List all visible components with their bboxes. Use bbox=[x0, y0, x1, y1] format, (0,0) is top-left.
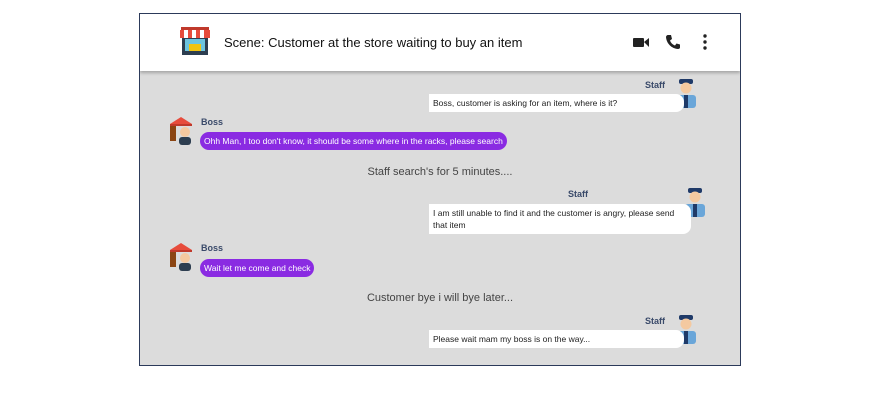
more-options-icon[interactable] bbox=[696, 33, 714, 51]
scene-narration: Staff search's for 5 minutes.... bbox=[367, 166, 513, 178]
phone-icon[interactable] bbox=[664, 33, 682, 51]
staff-message-bubble: I am still unable to find it and the cus… bbox=[429, 204, 691, 234]
chat-window: Scene: Customer at the store waiting to … bbox=[139, 13, 741, 366]
boss-avatar-icon bbox=[170, 243, 192, 271]
staff-message-bubble: Please wait mam my boss is on the way... bbox=[429, 330, 684, 348]
sender-name: Boss bbox=[201, 117, 224, 127]
sender-name: Boss bbox=[201, 243, 224, 253]
chat-header: Scene: Customer at the store waiting to … bbox=[140, 14, 740, 71]
sender-name: Staff bbox=[645, 80, 665, 90]
video-call-icon[interactable] bbox=[632, 33, 650, 51]
chat-title: Scene: Customer at the store waiting to … bbox=[224, 35, 523, 50]
scene-narration: Customer bye i will bye later... bbox=[366, 292, 514, 304]
sender-name: Staff bbox=[645, 316, 665, 326]
boss-avatar-icon bbox=[170, 117, 192, 145]
boss-message-bubble: Wait let me come and check bbox=[200, 259, 315, 277]
store-icon bbox=[180, 27, 210, 55]
staff-message-bubble: Boss, customer is asking for an item, wh… bbox=[429, 94, 684, 112]
boss-message-bubble: Ohh Man, I too don't know, it should be … bbox=[200, 132, 507, 150]
sender-name: Staff bbox=[568, 189, 588, 199]
